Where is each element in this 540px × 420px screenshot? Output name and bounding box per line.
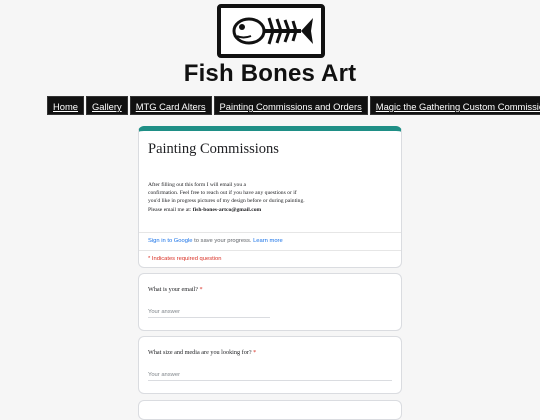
main-nav: Home Gallery MTG Card Alters Painting Co… bbox=[47, 96, 540, 115]
question-card-next bbox=[138, 400, 402, 420]
form-title: Painting Commissions bbox=[148, 141, 279, 157]
email-answer-input[interactable] bbox=[148, 307, 270, 318]
signin-link[interactable]: Sign in to Google bbox=[148, 238, 192, 244]
contact-email: fish-bones-artco@gmail.com bbox=[192, 206, 262, 213]
email-prompt: Please email me at: bbox=[148, 206, 193, 213]
divider bbox=[139, 250, 401, 251]
signin-text: to save your progress. bbox=[192, 238, 254, 244]
site-title: Fish Bones Art bbox=[183, 60, 357, 87]
nav-painting-commissions[interactable]: Painting Commissions and Orders bbox=[213, 96, 368, 115]
question-card-size-media: What size and media are you looking for?… bbox=[138, 336, 402, 394]
fish-skeleton-icon bbox=[232, 17, 313, 45]
signin-note: Sign in to Google to save your progress.… bbox=[148, 238, 283, 244]
nav-mtg-card-alters[interactable]: MTG Card Alters bbox=[129, 96, 212, 115]
site-logo bbox=[217, 4, 325, 58]
description-line: confirmation. Feel free to reach out if … bbox=[148, 190, 297, 197]
question-text: What is your email? bbox=[148, 286, 198, 293]
size-media-answer-input[interactable] bbox=[148, 370, 392, 381]
question-label: What is your email? * bbox=[148, 286, 203, 293]
divider bbox=[139, 232, 401, 233]
description-line: you'd like in progress pictures of my de… bbox=[148, 198, 305, 205]
required-star: * bbox=[253, 349, 257, 356]
description-line: Please email me at: fish-bones-artco@gma… bbox=[148, 206, 348, 214]
nav-mtg-custom-commissions[interactable]: Magic the Gathering Custom Commissions bbox=[369, 96, 540, 115]
form-description: After filling out this form I will email… bbox=[148, 181, 348, 214]
nav-gallery[interactable]: Gallery bbox=[86, 96, 128, 115]
question-card-email: What is your email? * bbox=[138, 273, 402, 331]
description-line: After filling out this form I will email… bbox=[148, 182, 247, 188]
required-note: * Indicates required question bbox=[148, 256, 222, 262]
learn-more-link[interactable]: Learn more bbox=[253, 238, 283, 244]
form-header-card: Painting Commissions After filling out t… bbox=[138, 126, 402, 268]
question-text: What size and media are you looking for? bbox=[148, 349, 252, 356]
required-star: * bbox=[199, 286, 203, 293]
question-label: What size and media are you looking for?… bbox=[148, 349, 256, 356]
nav-home[interactable]: Home bbox=[47, 96, 85, 115]
